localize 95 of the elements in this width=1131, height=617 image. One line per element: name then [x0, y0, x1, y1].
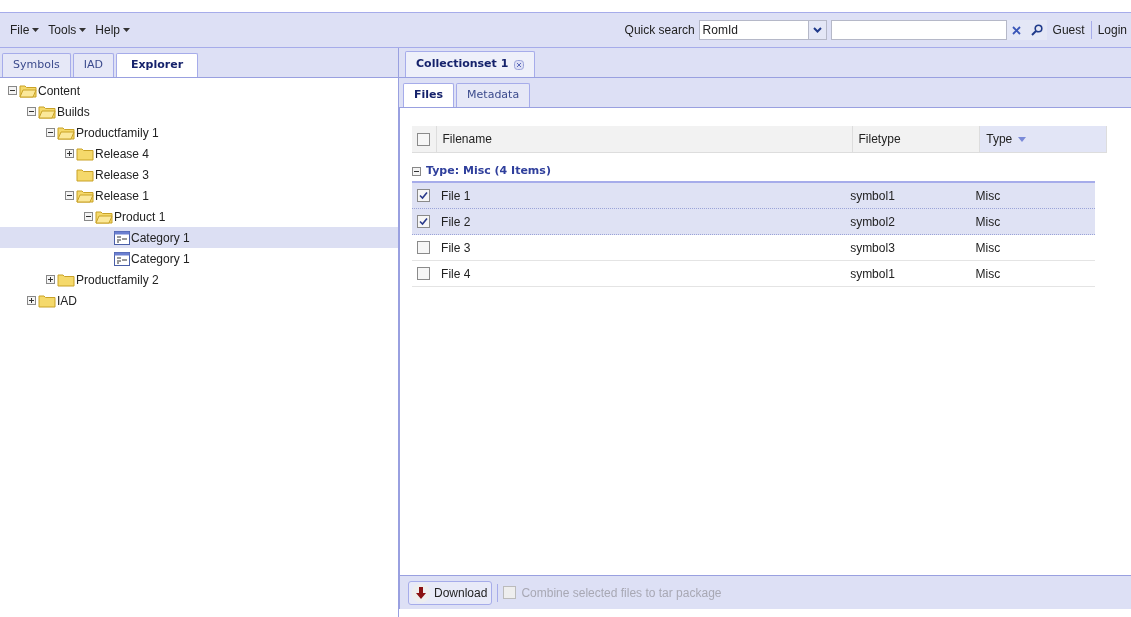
user-name: Guest [1052, 21, 1092, 39]
table-cell-text: Misc [974, 265, 1002, 283]
table-cell-text: symbol2 [849, 213, 896, 231]
login-link[interactable]: Login [1097, 21, 1127, 39]
tree-label: Productfamily 2 [76, 271, 159, 289]
category-icon [114, 230, 130, 245]
collapse-icon[interactable] [46, 128, 55, 137]
sort-caret-icon [1018, 136, 1027, 142]
table-cell-text: symbol1 [849, 187, 896, 205]
folder-icon [76, 146, 94, 161]
column-header[interactable]: Type [979, 126, 1107, 152]
table-cell-text: symbol3 [849, 239, 896, 257]
expand-icon[interactable] [65, 149, 74, 158]
tree-label: Release 4 [95, 145, 150, 163]
table-row[interactable]: File 3 symbol3 Misc [412, 235, 1095, 261]
select-all-checkbox[interactable] [417, 132, 431, 146]
folder-icon [76, 167, 94, 182]
clear-button[interactable] [1006, 20, 1027, 40]
expand-icon[interactable] [27, 296, 36, 305]
open-folder-icon [38, 104, 56, 119]
document-tab-title: Collectionset 1 [416, 56, 509, 73]
tree-label: Release 1 [95, 187, 150, 205]
tree-label: Category 1 [131, 229, 190, 247]
open-folder-icon [76, 188, 94, 203]
collapse-icon[interactable] [412, 166, 421, 176]
tree-item[interactable]: Productfamily 2 [0, 269, 398, 290]
table-cell-text: symbol1 [849, 265, 896, 283]
tree-item[interactable]: Release 4 [0, 143, 398, 164]
panel-tab[interactable]: Files [403, 83, 455, 107]
quick-search-label: Quick search [624, 22, 695, 39]
row-checkbox[interactable] [417, 267, 431, 280]
check-icon [419, 217, 429, 226]
table-cell-text: Misc [974, 213, 1002, 231]
combine-label: Combine selected files to tar package [521, 584, 722, 602]
table-row[interactable]: File 1 symbol1 Misc [412, 183, 1095, 209]
menu-button[interactable]: Help [95, 21, 131, 39]
search-button[interactable] [1026, 20, 1047, 40]
table-row[interactable]: File 4 symbol1 Misc [412, 261, 1095, 287]
close-icon[interactable] [514, 59, 525, 70]
tree-label: Product 1 [114, 208, 166, 226]
tree-label: IAD [57, 292, 77, 310]
collapse-icon[interactable] [84, 212, 93, 221]
panel-tab[interactable]: Explorer [115, 53, 199, 77]
tree-label: Builds [57, 103, 90, 121]
document-tab[interactable]: Collectionset 1 [405, 51, 536, 77]
panel-tab[interactable]: Metadata [456, 83, 531, 107]
table-cell-text: Misc [974, 239, 1002, 257]
panel-tab[interactable]: Symbols [2, 53, 71, 77]
open-folder-icon [57, 125, 75, 140]
expand-icon[interactable] [46, 275, 55, 284]
table-cell-text: File 1 [440, 187, 472, 205]
search-field[interactable] [830, 20, 1007, 40]
menu-button[interactable]: File [10, 21, 40, 39]
menu-button[interactable]: Tools [48, 21, 87, 39]
search-field-select[interactable]: RomId [698, 20, 827, 40]
tree-item[interactable]: Category 1 [0, 227, 398, 248]
column-header[interactable]: Filename [435, 126, 852, 152]
download-button[interactable]: Download [408, 580, 493, 605]
tree-item[interactable]: Category 1 [0, 248, 398, 269]
table-row[interactable]: File 2 symbol2 Misc [412, 209, 1095, 235]
tree-item[interactable]: Content [0, 80, 398, 101]
table-cell-text: File 3 [440, 239, 472, 257]
tree-item[interactable]: Builds [0, 101, 398, 122]
tree-label: Content [38, 82, 81, 100]
group-header: Type: Misc (4 Items) [426, 162, 551, 179]
panel-tab[interactable]: IAD [72, 53, 114, 77]
tree-item[interactable]: Release 3 [0, 164, 398, 185]
tree-item[interactable]: Productfamily 1 [0, 122, 398, 143]
table-cell-text: File 4 [440, 265, 472, 283]
open-folder-icon [19, 83, 37, 98]
caret-icon [79, 28, 87, 32]
check-icon [419, 191, 429, 200]
category-icon [114, 251, 130, 266]
tree-label: Category 1 [131, 250, 190, 268]
collapse-icon[interactable] [65, 191, 74, 200]
row-checkbox[interactable] [417, 189, 431, 202]
tree-label: Release 3 [95, 166, 150, 184]
collapse-icon[interactable] [27, 107, 36, 116]
caret-icon [32, 28, 40, 32]
tree-item[interactable]: Product 1 [0, 206, 398, 227]
folder-icon [38, 293, 56, 308]
row-checkbox[interactable] [417, 241, 431, 254]
folder-icon [57, 272, 75, 287]
tree-item[interactable]: Release 1 [0, 185, 398, 206]
close-icon [1012, 25, 1022, 35]
table-cell-text: Misc [974, 187, 1002, 205]
tree-item[interactable]: IAD [0, 290, 398, 311]
search-icon [1030, 24, 1043, 36]
open-folder-icon [95, 209, 113, 224]
table-cell-text: File 2 [440, 213, 472, 231]
tree-label: Productfamily 1 [76, 124, 159, 142]
collapse-icon[interactable] [8, 86, 17, 95]
caret-icon [123, 28, 131, 32]
row-checkbox[interactable] [417, 215, 431, 228]
chevron-down-icon [812, 27, 822, 33]
